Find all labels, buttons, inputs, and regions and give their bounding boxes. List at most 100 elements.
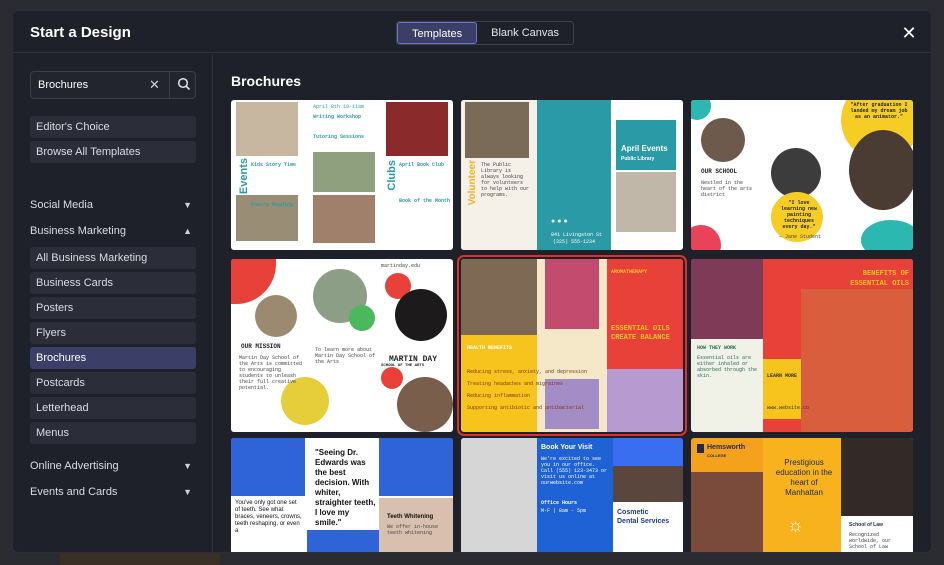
sidebar-item-brochures[interactable]: Brochures <box>30 347 196 369</box>
photo-flowers <box>545 259 599 329</box>
photo-mortar <box>461 259 537 335</box>
brochure-text: Poetry Reading <box>251 202 294 208</box>
category-label: Events and Cards <box>30 486 118 498</box>
brochure-text: Nestled in the heart of the arts distric… <box>701 180 753 198</box>
brochure-text: Supporting antibiotic and antibacterial <box>467 405 585 411</box>
photo-patient <box>231 438 305 496</box>
brochure-text: Tutoring Sessions <box>313 134 365 140</box>
category-business-marketing[interactable]: Business Marketing ▲ <box>30 221 196 241</box>
sidebar-item-browse-all[interactable]: Browse All Templates <box>30 141 196 163</box>
circle-shape <box>691 225 721 250</box>
sun-graphic-icon: ☼ <box>787 515 804 535</box>
circle-shape <box>349 305 375 331</box>
social-icons: ● ● ● <box>551 218 568 225</box>
brochure-text: April Book Club <box>399 162 445 168</box>
template-card[interactable]: BENEFITS OF ESSENTIAL OILS HOW THEY WORK… <box>691 259 913 432</box>
sidebar-item-menus[interactable]: Menus <box>30 422 196 444</box>
tab-blank-canvas[interactable]: Blank Canvas <box>477 22 573 44</box>
template-card[interactable]: OUR MISSION MARTIN DAY SCHOOL OF THE ART… <box>231 259 453 432</box>
category-social-media[interactable]: Social Media ▼ <box>30 195 196 215</box>
sidebar-item-all-business-marketing[interactable]: All Business Marketing <box>30 247 196 269</box>
category-online-advertising[interactable]: Online Advertising ▼ <box>30 456 196 476</box>
sidebar-item-editors-choice[interactable]: Editor's Choice <box>30 116 196 138</box>
sidebar-item-postcards[interactable]: Postcards <box>30 372 196 394</box>
brochure-heading: Book Your Visit <box>541 444 593 451</box>
photo-workshop <box>313 195 375 243</box>
template-card[interactable]: "Seeing Dr. Edwards was the best decisio… <box>231 438 453 552</box>
photo-people <box>313 152 375 192</box>
brochure-heading: Cosmetic Dental Services <box>617 509 670 525</box>
chevron-down-icon: ▼ <box>183 487 192 497</box>
gallery-title: Brochures <box>231 73 302 89</box>
photo-painter <box>771 148 821 198</box>
template-card[interactable]: OUR SCHOOL "After graduation I landed my… <box>691 100 913 250</box>
search-input[interactable]: Brochures <box>38 79 88 91</box>
template-card[interactable]: Events Clubs April 8th 10-11am Writing W… <box>231 100 453 250</box>
brochure-heading: Prestigious education in the heart of Ma… <box>775 458 833 497</box>
brochure-text: Recognized worldwide, our School of Law <box>849 532 892 550</box>
sidebar-item-business-cards[interactable]: Business Cards <box>30 272 196 294</box>
brochure-text: We're excited to see you in our office. … <box>541 456 608 486</box>
close-icon[interactable]: ✕ <box>899 23 919 43</box>
brochure-text: Book of the Month <box>399 198 451 204</box>
start-design-modal: Start a Design Templates Blank Canvas ✕ … <box>12 10 932 553</box>
photo-smile <box>379 438 453 496</box>
brochure-heading: OUR MISSION <box>241 343 281 350</box>
search-icon[interactable] <box>177 77 191 91</box>
brochure-text: Office Hours <box>541 500 578 506</box>
modal-title: Start a Design <box>30 24 131 41</box>
sidebar-item-flyers[interactable]: Flyers <box>30 322 196 344</box>
template-grid: Events Clubs April 8th 10-11am Writing W… <box>231 100 915 552</box>
photo-citrus <box>801 289 913 432</box>
brochure-text: Kids Story Time <box>251 162 297 168</box>
brochure-heading: "Seeing Dr. Edwards was the best decisio… <box>315 448 376 527</box>
circle-shape <box>381 367 403 389</box>
photo-students <box>841 438 913 516</box>
template-gallery: Brochures Events Clubs April 8th 10-11am… <box>214 54 931 552</box>
photo-kid-reading <box>236 102 298 156</box>
circle-shape <box>861 220 913 250</box>
photo-oil-bottles <box>691 259 763 339</box>
brochure-heading: SCHOOL OF THE ARTS <box>381 364 425 368</box>
brochure-text: — Jane Student <box>779 234 822 240</box>
brochure-text: We offer in-house teeth whitening <box>387 524 439 536</box>
brochure-text: Treating headaches and migraines <box>467 381 564 387</box>
category-events-and-cards[interactable]: Events and Cards ▼ <box>30 482 196 502</box>
chevron-up-icon: ▲ <box>183 226 192 236</box>
brochure-heading: April Events <box>621 144 668 153</box>
brochure-heading: COLLEGE <box>707 453 727 458</box>
brochure-text: Martin Day School of the Arts is committ… <box>239 355 303 391</box>
photo-bottles <box>607 369 683 432</box>
brochure-heading: LEARN MORE <box>767 373 798 379</box>
template-card[interactable]: Book Your Visit Cosmetic Dental Services… <box>461 438 683 552</box>
brochure-heading: "After graduation I landed my dream job … <box>850 102 908 120</box>
brochure-heading: "I love learning new painting techniques… <box>780 200 817 230</box>
brochure-text: Reducing stress, anxiety, and depression <box>467 369 588 375</box>
sidebar-item-posters[interactable]: Posters <box>30 297 196 319</box>
brochure-text: Reducing inflammation <box>467 393 531 399</box>
brochure-heading: OUR SCHOOL <box>701 168 738 175</box>
brochure-heading: MARTIN DAY <box>389 355 438 364</box>
tab-templates[interactable]: Templates <box>397 22 478 44</box>
clear-search-icon[interactable]: ✕ <box>149 77 160 93</box>
sidebar: Brochures ✕ Editor's Choice Browse All T… <box>13 54 213 552</box>
template-card[interactable]: Volunteer April Events Public Library Th… <box>461 100 683 250</box>
template-card[interactable]: Hemsworth COLLEGE Prestigious education … <box>691 438 913 552</box>
brochure-text: martinday.edu <box>381 263 421 269</box>
photo-bookshelf <box>465 102 529 158</box>
brochure-heading: AROMATHERAPY <box>611 269 648 275</box>
sidebar-item-letterhead[interactable]: Letterhead <box>30 397 196 419</box>
brochure-heading: BENEFITS OF ESSENTIAL OILS <box>850 270 909 288</box>
photo-campus <box>691 472 763 552</box>
category-label: Business Marketing <box>30 225 126 237</box>
brochure-text: (325) 555-1234 <box>553 239 596 245</box>
panel <box>537 100 611 250</box>
panel <box>607 259 683 369</box>
photo-library <box>616 172 676 232</box>
brochure-text: You've only got one set of teeth. See wh… <box>235 500 302 534</box>
brochure-heading: School of Law <box>849 522 883 528</box>
college-crest-icon <box>697 444 704 453</box>
template-card-selected[interactable]: AROMATHERAPY ESSENTIAL OILS CREATE BALAN… <box>457 255 687 436</box>
brochure-text: Essential oils are either inhaled or abs… <box>697 355 758 379</box>
circle-shape <box>691 100 711 120</box>
